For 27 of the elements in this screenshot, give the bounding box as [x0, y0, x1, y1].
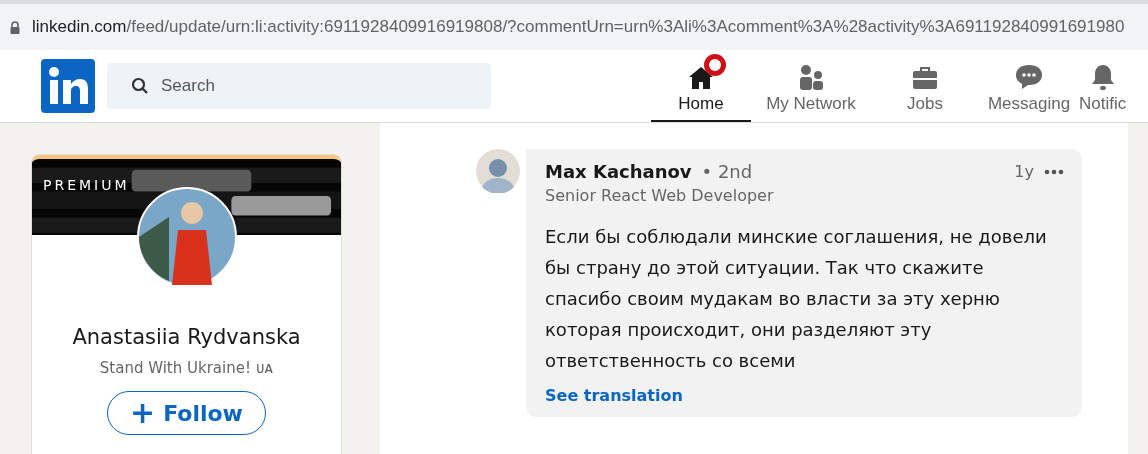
nav-tab[interactable]: Jobs [871, 50, 979, 122]
logo-icon[interactable] [41, 59, 95, 113]
chat-icon [1015, 64, 1043, 90]
nav-tab[interactable]: Notific [1079, 50, 1127, 122]
connection-degree: • 2nd [701, 161, 753, 182]
see-translation-link[interactable]: See translation [545, 386, 683, 405]
search-field[interactable]: Search [107, 63, 491, 109]
premium-label: PREMIUM [43, 177, 130, 193]
more-icon[interactable] [1044, 168, 1064, 175]
avatar[interactable] [136, 187, 237, 287]
briefcase-icon [912, 66, 938, 90]
author-name[interactable]: Max Kachanov [545, 161, 692, 182]
nav-tab[interactable]: Messaging [979, 50, 1079, 122]
people-icon [797, 64, 825, 90]
bell-icon [1089, 64, 1116, 90]
profile-headline: Stand With Ukraine! ᴜᴀ [99, 359, 274, 377]
search-icon [131, 77, 149, 95]
lock-icon [10, 20, 20, 34]
home-icon [688, 66, 714, 90]
address-bar[interactable]: linkedin.com/feed/update/urn:li:activity:6911928409916919808/?commentUrn=urn%3Ali%3Acomment%3A%28activity%3A691192840991691980 [0, 0, 1148, 50]
comment-text: Если бы соблюдали минские соглашения, не довели бы страну до этой ситуации. Так что скажите спасибо своим мудакам во власти за эту херню которая происходит, они разделяют эту ответственность со всеми [545, 225, 1048, 373]
nav-tab[interactable]: My Network [751, 50, 871, 122]
follow-button[interactable]: + Follow [107, 391, 266, 435]
comment-time: 1y [1014, 162, 1034, 181]
author-headline: Senior React Web Developer [545, 186, 775, 205]
url-text: linkedin.com/feed/update/urn:li:activity:6911928409916919808/?commentUrn=urn%3Ali%3Acomment%3A%28activity%3A691192840991691980 [32, 17, 1125, 37]
profile-name: Anastasiia Rydvanska [72, 325, 301, 349]
